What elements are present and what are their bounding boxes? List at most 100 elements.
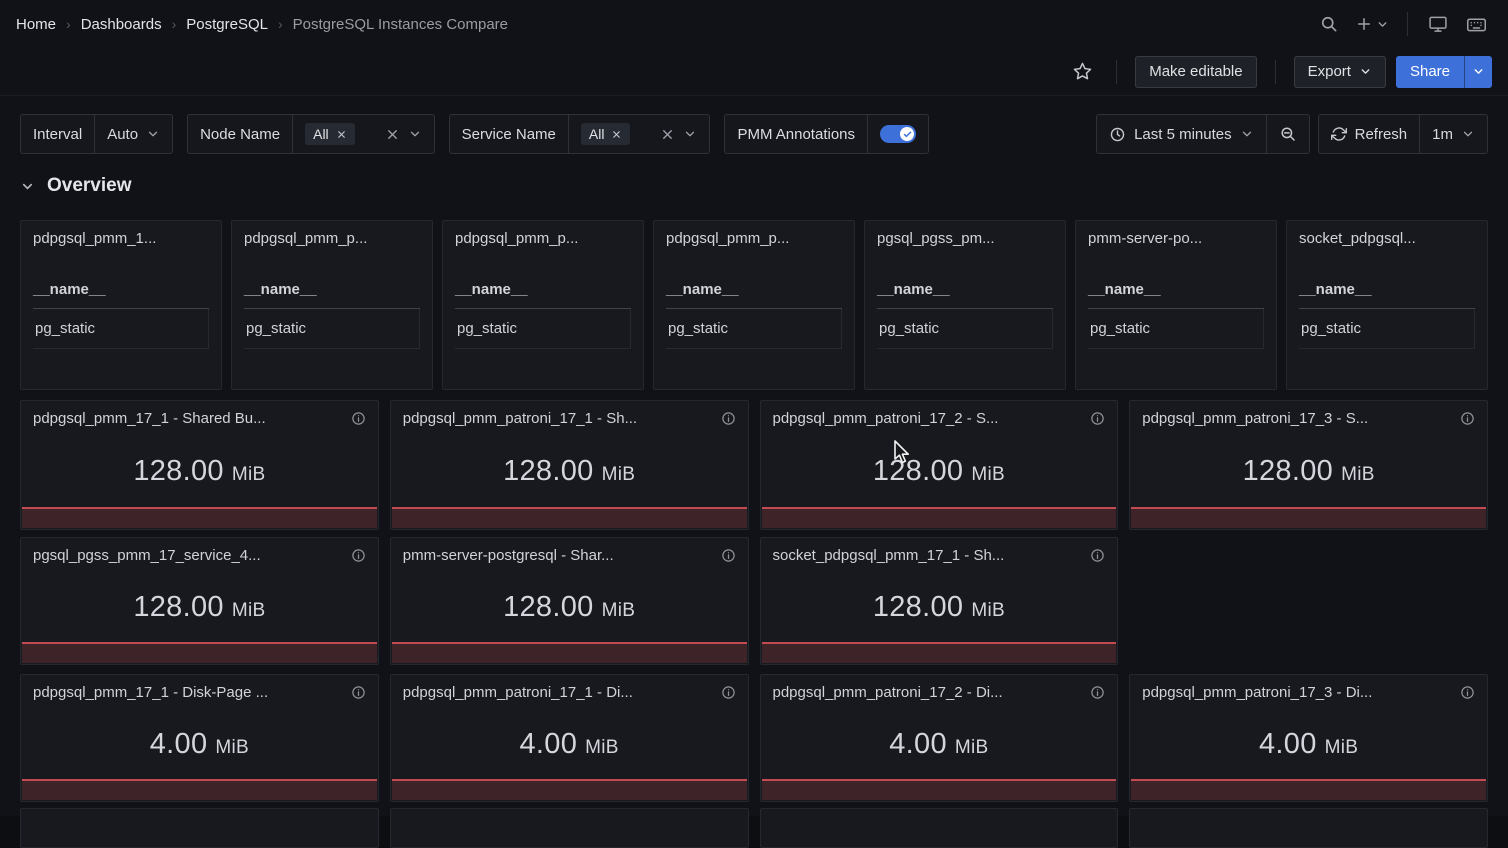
panel-title: pdpgsql_pmm_patroni_17_1 - Sh... (403, 410, 637, 427)
table-header: __name__ (244, 271, 420, 309)
stat-panel[interactable]: pdpgsql_pmm_17_1 - Shared Bu... 128.00Mi… (20, 400, 379, 530)
node-name-label-text: Node Name (200, 126, 280, 143)
table-panel[interactable]: pgsql_pgss_pm... __name__ pg_static (864, 220, 1066, 390)
chevron-down-icon (1376, 18, 1389, 31)
overview-section-toggle[interactable]: Overview (20, 168, 1488, 204)
table-panel[interactable]: pmm-server-po... __name__ pg_static (1075, 220, 1277, 390)
kiosk-mode-button[interactable] (1422, 8, 1454, 40)
stat-panel[interactable] (1129, 808, 1488, 848)
service-name-selected-tag[interactable]: All (581, 123, 631, 145)
stat-panel[interactable]: pdpgsql_pmm_patroni_17_3 - Di... 4.00MiB (1129, 674, 1488, 802)
breadcrumb-item-dashboards[interactable]: Dashboards (81, 16, 162, 33)
export-button[interactable]: Export (1294, 56, 1386, 88)
table-header: __name__ (666, 271, 842, 309)
panel-title: socket_pdpgsql... (1299, 230, 1475, 247)
clear-selection-icon[interactable] (660, 127, 675, 142)
breadcrumb-item-home[interactable]: Home (16, 16, 56, 33)
make-editable-button[interactable]: Make editable (1135, 56, 1256, 88)
chevron-down-icon (1240, 127, 1254, 141)
interval-label-text: Interval (33, 126, 82, 143)
table-panel[interactable]: pdpgsql_pmm_p... __name__ pg_static (231, 220, 433, 390)
zoom-out-button[interactable] (1266, 115, 1309, 153)
stat-panel[interactable] (760, 808, 1119, 848)
stat-panel[interactable]: pdpgsql_pmm_patroni_17_2 - S... 128.00Mi… (760, 400, 1119, 530)
export-button-label: Export (1308, 63, 1351, 80)
panel-title: pdpgsql_pmm_patroni_17_2 - S... (773, 410, 999, 427)
stat-panel[interactable]: socket_pdpgsql_pmm_17_1 - Sh... 128.00Mi… (760, 537, 1119, 665)
panel-title: pmm-server-po... (1088, 230, 1264, 247)
stat-panel[interactable]: pdpgsql_pmm_patroni_17_2 - Di... 4.00MiB (760, 674, 1119, 802)
info-icon[interactable] (721, 685, 736, 700)
breadcrumb-item-postgresql[interactable]: PostgreSQL (186, 16, 268, 33)
pmm-annotations-label-text: PMM Annotations (737, 126, 855, 143)
chevron-down-icon (20, 179, 35, 194)
stat-panel[interactable]: pdpgsql_pmm_17_1 - Disk-Page ... 4.00MiB (20, 674, 379, 802)
remove-tag-icon[interactable] (336, 129, 347, 140)
remove-tag-icon[interactable] (611, 129, 622, 140)
refresh-interval-dropdown[interactable]: 1m (1419, 115, 1487, 153)
chevron-down-icon (1359, 65, 1372, 78)
add-new-button[interactable] (1351, 8, 1393, 40)
stat-value: 128.00MiB (761, 435, 1118, 507)
table-panel[interactable]: pdpgsql_pmm_p... __name__ pg_static (653, 220, 855, 390)
search-button[interactable] (1313, 8, 1345, 40)
stat-panel[interactable] (390, 808, 749, 848)
info-icon[interactable] (351, 685, 366, 700)
info-icon[interactable] (1090, 548, 1105, 563)
node-name-value-dropdown[interactable]: All (292, 115, 434, 153)
panel-title: pdpgsql_pmm_patroni_17_3 - Di... (1142, 684, 1372, 701)
info-icon[interactable] (1090, 685, 1105, 700)
info-icon[interactable] (1460, 685, 1475, 700)
info-icon[interactable] (721, 411, 736, 426)
stat-panel[interactable] (20, 808, 379, 848)
breadcrumb-separator: › (172, 16, 177, 32)
chevron-down-icon[interactable] (683, 127, 697, 141)
stat-panel[interactable]: pdpgsql_pmm_patroni_17_1 - Sh... 128.00M… (390, 400, 749, 530)
stat-panel[interactable]: pmm-server-postgresql - Shar... 128.00Mi… (390, 537, 749, 665)
info-icon[interactable] (1460, 411, 1475, 426)
sparkline (1131, 779, 1486, 800)
sparkline (762, 642, 1117, 663)
refresh-button[interactable]: Refresh (1319, 115, 1420, 153)
service-name-value-dropdown[interactable]: All (568, 115, 710, 153)
time-range-picker[interactable]: Last 5 minutes (1097, 115, 1266, 153)
stat-unit: MiB (585, 737, 619, 758)
interval-value-dropdown[interactable]: Auto (94, 115, 172, 153)
info-icon[interactable] (351, 411, 366, 426)
stat-number: 128.00 (1243, 455, 1334, 487)
info-icon[interactable] (351, 548, 366, 563)
panel-title: pdpgsql_pmm_17_1 - Disk-Page ... (33, 684, 268, 701)
stat-panel[interactable]: pgsql_pgss_pmm_17_service_4... 128.00MiB (20, 537, 379, 665)
table-cell: pg_static (244, 309, 420, 349)
refresh-icon (1331, 126, 1347, 142)
share-dropdown-button[interactable] (1464, 56, 1492, 88)
stat-panel[interactable]: pdpgsql_pmm_patroni_17_3 - S... 128.00Mi… (1129, 400, 1488, 530)
table-cell: pg_static (1088, 309, 1264, 349)
service-name-label-text: Service Name (462, 126, 556, 143)
info-icon[interactable] (1090, 411, 1105, 426)
monitor-icon (1428, 14, 1448, 34)
table-panel[interactable]: socket_pdpgsql... __name__ pg_static (1286, 220, 1488, 390)
favorite-button[interactable] (1066, 56, 1098, 88)
stat-unit: MiB (955, 737, 989, 758)
service-name-label: Service Name (450, 115, 568, 153)
keyboard-shortcuts-button[interactable] (1460, 8, 1492, 40)
stat-number: 4.00 (150, 728, 208, 760)
table-panel[interactable]: pdpgsql_pmm_p... __name__ pg_static (442, 220, 644, 390)
share-button[interactable]: Share (1396, 56, 1464, 88)
stat-unit: MiB (602, 464, 636, 485)
stat-value: 128.00MiB (391, 435, 748, 507)
panel-title: pdpgsql_pmm_p... (455, 230, 631, 247)
nav-divider (1407, 12, 1408, 36)
table-panel[interactable]: pdpgsql_pmm_1... __name__ pg_static (20, 220, 222, 390)
sparkline (392, 779, 747, 800)
stat-panel[interactable]: pdpgsql_pmm_patroni_17_1 - Di... 4.00MiB (390, 674, 749, 802)
chevron-down-icon[interactable] (408, 127, 422, 141)
clear-selection-icon[interactable] (385, 127, 400, 142)
stat-unit: MiB (971, 464, 1005, 485)
sparkline (22, 779, 377, 800)
stat-value: 128.00MiB (391, 572, 748, 642)
info-icon[interactable] (721, 548, 736, 563)
pmm-annotations-toggle[interactable] (880, 125, 916, 143)
node-name-selected-tag[interactable]: All (305, 123, 355, 145)
